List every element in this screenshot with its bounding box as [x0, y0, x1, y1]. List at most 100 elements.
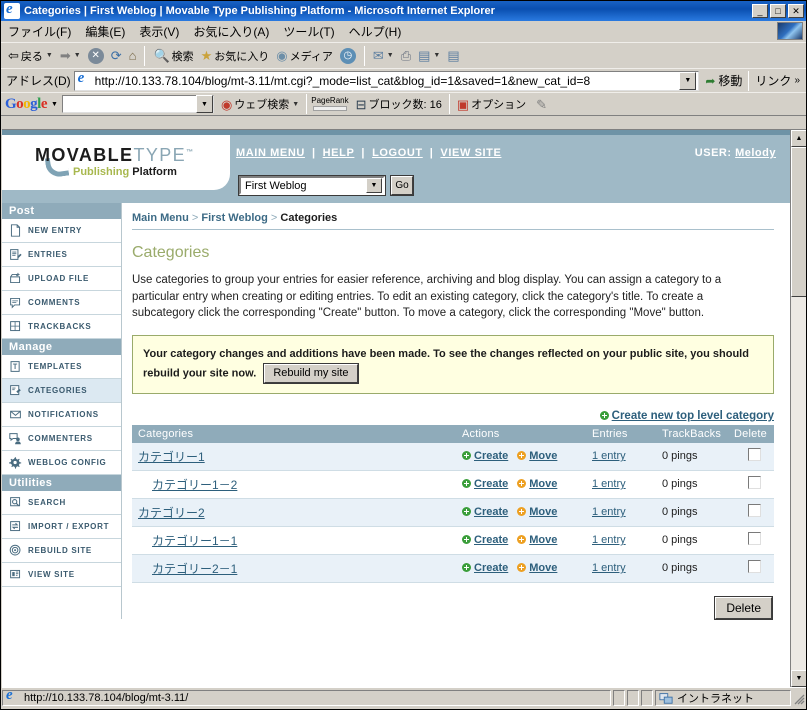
menu-edit[interactable]: 編集(E)	[78, 21, 132, 42]
sidebar-item-templates[interactable]: TEMPLATES	[2, 355, 121, 379]
menu-view[interactable]: 表示(V)	[132, 21, 186, 42]
delete-button[interactable]: Delete	[714, 595, 773, 620]
back-button[interactable]: ⇦ 戻る ▼	[5, 47, 56, 65]
sidebar-item-notifications[interactable]: NOTIFICATIONS	[2, 403, 121, 427]
rebuild-my-site-button[interactable]: Rebuild my site	[263, 362, 359, 384]
edit-button[interactable]: ▤ ▼	[415, 48, 443, 63]
links-button[interactable]: リンク »	[752, 72, 803, 89]
blog-select[interactable]: First Weblog ▼	[238, 175, 386, 196]
resize-grip[interactable]	[793, 690, 806, 706]
vertical-scrollbar[interactable]: ▲ ▼	[790, 130, 806, 687]
move-link[interactable]: Move	[529, 534, 557, 546]
sidebar-item-weblog-config[interactable]: WEBLOG CONFIG	[2, 451, 121, 475]
delete-checkbox[interactable]	[747, 504, 761, 518]
entries-link[interactable]: 1 entry	[592, 450, 626, 462]
sidebar-item-categories[interactable]: CATEGORIES	[2, 379, 121, 403]
mt-header: MOVABLETYPE™ Publishing Platform MAIN ME…	[2, 135, 790, 203]
nav-help[interactable]: HELP	[323, 147, 355, 159]
search-button[interactable]: 🔍 検索	[150, 47, 196, 65]
scroll-down-button[interactable]: ▼	[791, 670, 806, 687]
create-link[interactable]: Create	[474, 534, 508, 546]
menu-file[interactable]: ファイル(F)	[1, 21, 78, 42]
discuss-button[interactable]: ▤	[444, 48, 462, 63]
mt-logo[interactable]: MOVABLETYPE™ Publishing Platform	[35, 146, 195, 178]
entries-link[interactable]: 1 entry	[592, 534, 626, 546]
address-dropdown-button[interactable]: ▼	[679, 71, 697, 90]
status-cell-3	[641, 690, 653, 706]
go-button[interactable]: ➦ 移動	[702, 72, 745, 89]
nav-logout[interactable]: LOGOUT	[372, 147, 423, 159]
delete-checkbox[interactable]	[747, 448, 761, 462]
scrollbar-thumb[interactable]	[791, 147, 806, 297]
nav-view-site[interactable]: VIEW SITE	[440, 147, 501, 159]
stop-button[interactable]: ✕	[85, 47, 107, 65]
close-button[interactable]: ✕	[788, 4, 804, 18]
sidebar-item-new-entry[interactable]: NEW ENTRY	[2, 219, 121, 243]
create-new-top-level-category-link[interactable]: Create new top level category	[612, 410, 774, 422]
google-search-input[interactable]: ▼	[61, 95, 214, 113]
category-link[interactable]: カテゴリー1－2	[152, 478, 237, 492]
sidebar-item-view-site[interactable]: VIEW SITE	[2, 563, 121, 587]
print-button[interactable]: ⎙	[398, 48, 414, 63]
sidebar-item-rebuild-site[interactable]: REBUILD SITE	[2, 539, 121, 563]
favorites-button[interactable]: ★ お気に入り	[198, 47, 273, 65]
move-link[interactable]: Move	[529, 450, 557, 462]
breadcrumb-weblog[interactable]: First Weblog	[201, 212, 267, 224]
google-blocked-button[interactable]: ⊟ ブロック数: 16	[353, 95, 445, 113]
history-button[interactable]: ◷	[337, 47, 359, 65]
refresh-icon: ⟳	[110, 48, 122, 63]
delete-checkbox[interactable]	[747, 532, 761, 546]
sidebar-item-commenters[interactable]: COMMENTERS	[2, 427, 121, 451]
nav-main-menu[interactable]: MAIN MENU	[236, 147, 305, 159]
user-name-link[interactable]: Melody	[735, 147, 776, 159]
blog-go-button[interactable]: Go	[390, 175, 414, 196]
create-link[interactable]: Create	[474, 506, 508, 518]
cell-actions: Create Move	[456, 554, 586, 583]
google-highlight-button[interactable]: ✎	[533, 97, 550, 112]
refresh-button[interactable]: ⟳	[108, 48, 125, 63]
move-link[interactable]: Move	[529, 478, 557, 490]
sidebar-item-trackbacks[interactable]: TRACKBACKS	[2, 315, 121, 339]
sidebar-item-upload-file[interactable]: UPLOAD FILE	[2, 267, 121, 291]
menu-favorites[interactable]: お気に入り(A)	[186, 21, 276, 42]
internet-explorer-icon	[4, 3, 20, 19]
create-link[interactable]: Create	[474, 450, 508, 462]
cell-actions: Create Move	[456, 442, 586, 471]
media-button[interactable]: ◉ メディア	[273, 47, 336, 65]
menu-help[interactable]: ヘルプ(H)	[342, 21, 409, 42]
create-link[interactable]: Create	[474, 478, 508, 490]
home-button[interactable]: ⌂	[126, 48, 140, 63]
google-menu-chevron-icon[interactable]: ▼	[51, 101, 58, 108]
maximize-button[interactable]: □	[770, 4, 786, 18]
move-link[interactable]: Move	[529, 506, 557, 518]
sidebar-item-search[interactable]: SEARCH	[2, 491, 121, 515]
category-link[interactable]: カテゴリー1	[138, 450, 205, 464]
menu-tools[interactable]: ツール(T)	[276, 21, 341, 42]
sidebar-item-entries[interactable]: ENTRIES	[2, 243, 121, 267]
entries-link[interactable]: 1 entry	[592, 506, 626, 518]
address-input[interactable]: http://10.133.78.104/blog/mt-3.11/mt.cgi…	[73, 70, 700, 91]
scrollbar-track[interactable]	[791, 297, 806, 670]
delete-checkbox[interactable]	[747, 560, 761, 574]
delete-checkbox[interactable]	[747, 476, 761, 490]
minimize-button[interactable]: _	[752, 4, 768, 18]
scroll-up-button[interactable]: ▲	[791, 130, 806, 147]
chevron-down-icon[interactable]: ▼	[366, 178, 382, 193]
google-search-dropdown-button[interactable]: ▼	[195, 95, 213, 113]
google-options-button[interactable]: ▣ オプション	[454, 95, 529, 113]
category-link[interactable]: カテゴリー2	[138, 506, 205, 520]
forward-button[interactable]: ➡ ▼	[57, 48, 84, 63]
mail-button[interactable]: ✉ ▼	[370, 48, 397, 63]
breadcrumb-main-menu[interactable]: Main Menu	[132, 212, 189, 224]
entries-link[interactable]: 1 entry	[592, 478, 626, 490]
create-link[interactable]: Create	[474, 562, 508, 574]
category-link[interactable]: カテゴリー2－1	[152, 562, 237, 576]
sidebar-item-import-export[interactable]: IMPORT / EXPORT	[2, 515, 121, 539]
plus-icon	[462, 479, 471, 489]
sidebar-item-comments[interactable]: COMMENTS	[2, 291, 121, 315]
entries-link[interactable]: 1 entry	[592, 562, 626, 574]
google-web-search-button[interactable]: ◉ ウェブ検索 ▼	[218, 95, 302, 113]
category-link[interactable]: カテゴリー1－1	[152, 534, 237, 548]
move-link[interactable]: Move	[529, 562, 557, 574]
google-logo[interactable]: Google	[5, 96, 48, 112]
